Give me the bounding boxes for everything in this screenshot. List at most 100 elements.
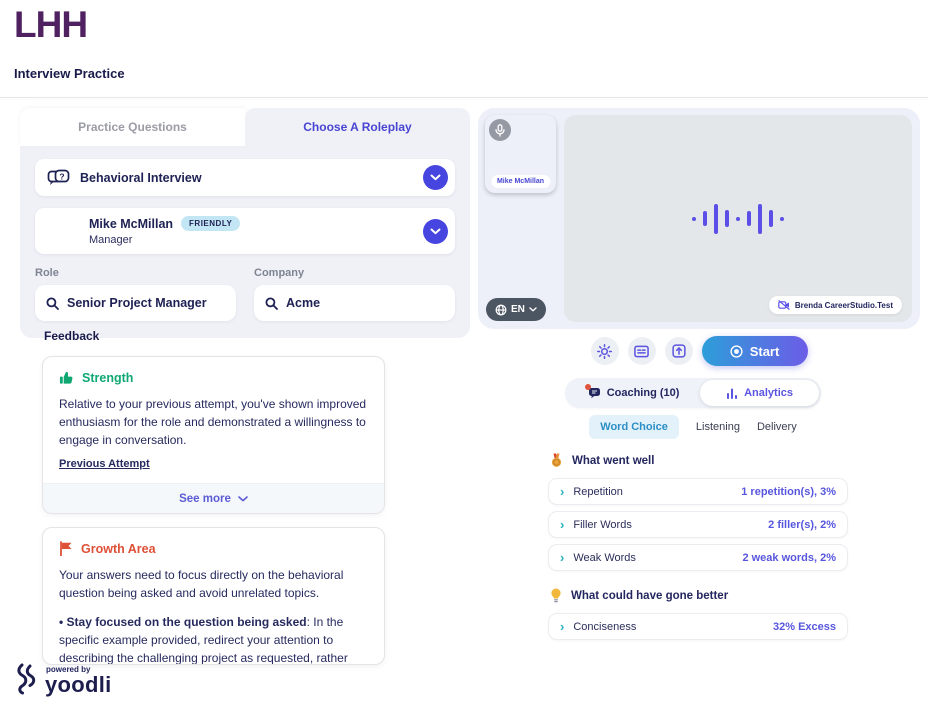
coaching-tab-label: Coaching (10) xyxy=(607,387,680,399)
gone-better-rows: Conciseness 32% Excess xyxy=(548,613,848,640)
header-divider xyxy=(0,97,928,98)
subtab-word-choice[interactable]: Word Choice xyxy=(589,415,679,439)
scenario-selector[interactable]: ? Behavioral Interview xyxy=(35,159,455,196)
chevron-right-icon xyxy=(560,485,564,498)
coach-row[interactable]: Filler Words 2 filler(s), 2% xyxy=(548,511,848,538)
stage-controls: Start xyxy=(478,336,920,366)
yoodli-wordmark: yoodli xyxy=(45,675,112,696)
chevron-down-icon xyxy=(238,496,248,502)
analytics-lists: What went well Repetition 1 repetition(s… xyxy=(548,453,848,646)
caption-label: Brenda CareerStudio.Test xyxy=(795,301,893,310)
notification-dot xyxy=(585,384,591,390)
chevron-down-icon xyxy=(430,228,441,235)
coach-row-value: 2 weak words, 2% xyxy=(742,552,836,564)
chevron-right-icon xyxy=(560,518,564,531)
coach-row-label: Repetition xyxy=(573,486,623,498)
globe-icon xyxy=(495,304,507,316)
persona-expand-button[interactable] xyxy=(423,219,448,244)
tab-coaching[interactable]: Coaching (10) xyxy=(567,380,700,406)
subtab-delivery[interactable]: Delivery xyxy=(757,421,797,433)
persona-avatar xyxy=(47,215,79,247)
caption-pill: Brenda CareerStudio.Test xyxy=(769,296,902,314)
went-well-rows: Repetition 1 repetition(s), 3% Filler Wo… xyxy=(548,478,848,571)
search-icon xyxy=(265,297,278,310)
strength-body: Relative to your previous attempt, you'v… xyxy=(59,395,368,449)
scenario-expand-button[interactable] xyxy=(423,165,448,190)
video-area: Brenda CareerStudio.Test xyxy=(564,115,912,322)
feedback-section: Feedback Strength Relative to your previ… xyxy=(42,329,385,665)
role-input-value: Senior Project Manager xyxy=(67,296,207,310)
share-icon xyxy=(672,344,686,358)
coach-row-value: 32% Excess xyxy=(773,621,836,633)
coach-row-value: 2 filler(s), 2% xyxy=(768,519,836,531)
medal-icon xyxy=(550,453,563,468)
flag-icon xyxy=(59,541,73,556)
share-button[interactable] xyxy=(665,337,693,365)
record-icon xyxy=(730,345,743,358)
roleplay-tabbar: Practice Questions Choose A Roleplay xyxy=(20,108,470,146)
persona-selector[interactable]: Mike McMillan FRIENDLY Manager xyxy=(35,208,455,254)
coach-row-value: 1 repetition(s), 3% xyxy=(741,486,836,498)
start-label: Start xyxy=(750,344,780,359)
coach-tab-control: Coaching (10) Analytics xyxy=(565,378,821,408)
tab-practice-questions[interactable]: Practice Questions xyxy=(20,108,245,146)
tab-analytics[interactable]: Analytics xyxy=(700,380,819,406)
company-input-value: Acme xyxy=(286,296,320,310)
chevron-right-icon xyxy=(560,620,564,633)
teleprompter-button[interactable] xyxy=(628,337,656,365)
went-well-title: What went well xyxy=(572,455,654,467)
analytics-subtabs: Word Choice Listening Delivery xyxy=(565,414,821,440)
role-company-fields: Role Senior Project Manager Company xyxy=(35,267,455,321)
language-selector[interactable]: EN xyxy=(486,298,546,321)
lhh-logo: LHH xyxy=(14,4,87,46)
growth-bullet: • Stay focused on the question being ask… xyxy=(59,613,368,665)
chat-bubble-icon xyxy=(588,387,601,399)
gone-better-header: What could have gone better xyxy=(550,588,848,603)
scenario-label: Behavioral Interview xyxy=(80,171,202,185)
page-title: Interview Practice xyxy=(14,66,125,81)
subtab-listening[interactable]: Listening xyxy=(696,421,740,433)
persona-friendly-badge: FRIENDLY xyxy=(181,216,240,231)
persona-name: Mike McMillan xyxy=(89,217,173,231)
language-label: EN xyxy=(511,304,525,315)
teleprompter-icon xyxy=(634,345,649,358)
svg-text:?: ? xyxy=(59,171,64,181)
powered-by-yoodli: powered by yoodli xyxy=(14,662,112,696)
coach-row[interactable]: Conciseness 32% Excess xyxy=(548,613,848,640)
coach-row-label: Filler Words xyxy=(573,519,631,531)
settings-button[interactable] xyxy=(591,337,619,365)
start-button[interactable]: Start xyxy=(702,336,808,366)
gone-better-title: What could have gone better xyxy=(571,590,728,602)
audio-waveform-icon xyxy=(692,204,784,234)
coach-row[interactable]: Repetition 1 repetition(s), 3% xyxy=(548,478,848,505)
company-label: Company xyxy=(254,267,455,279)
chevron-right-icon xyxy=(560,551,564,564)
strength-title: Strength xyxy=(82,371,133,385)
yoodli-logo-icon xyxy=(14,662,38,696)
see-more-label: See more xyxy=(179,493,231,505)
webcam-thumbnail: Mike McMillan xyxy=(485,115,556,193)
persona-title: Manager xyxy=(89,234,240,246)
video-off-icon xyxy=(778,300,790,310)
coach-row[interactable]: Weak Words 2 weak words, 2% xyxy=(548,544,848,571)
feedback-heading: Feedback xyxy=(44,329,385,343)
see-more-button[interactable]: See more xyxy=(43,483,384,513)
chevron-down-icon xyxy=(430,174,441,181)
company-input[interactable]: Acme xyxy=(254,285,455,321)
role-input[interactable]: Senior Project Manager xyxy=(35,285,236,321)
previous-attempt-link[interactable]: Previous Attempt xyxy=(59,458,150,470)
lightbulb-icon xyxy=(550,588,562,603)
microphone-icon[interactable] xyxy=(489,119,511,141)
tab-choose-a-roleplay[interactable]: Choose A Roleplay xyxy=(245,108,470,146)
persona-info: Mike McMillan FRIENDLY Manager xyxy=(89,216,240,246)
roleplay-panel: Practice Questions Choose A Roleplay ? B… xyxy=(20,108,470,338)
chat-question-icon: ? xyxy=(47,169,70,187)
roleplay-panel-body: ? Behavioral Interview Mike McMillan FRI… xyxy=(20,146,470,338)
coach-row-label: Weak Words xyxy=(573,552,636,564)
role-field-group: Role Senior Project Manager xyxy=(35,267,236,321)
video-stage: Mike McMillan EN Brenda CareerStudio.Tes… xyxy=(478,108,920,329)
chevron-down-icon xyxy=(529,307,537,312)
company-field-group: Company Acme xyxy=(254,267,455,321)
gear-icon xyxy=(597,344,612,359)
coach-row-label: Conciseness xyxy=(573,621,636,633)
